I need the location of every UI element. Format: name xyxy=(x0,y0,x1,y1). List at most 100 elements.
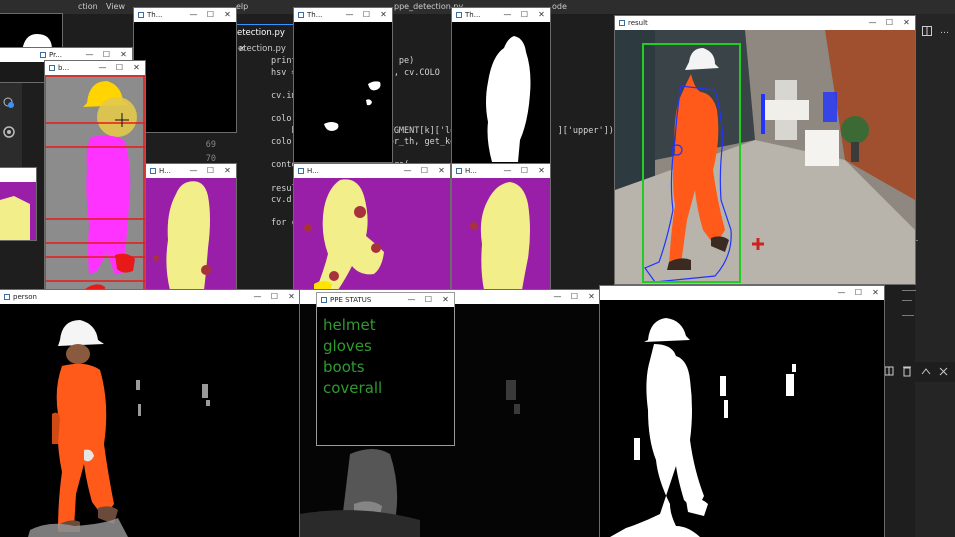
maximize-button[interactable]: ☐ xyxy=(850,286,867,300)
window-icon xyxy=(321,297,327,303)
window-titlebar[interactable]: Pr... — ☐ ✕ xyxy=(0,48,132,62)
hsv-window-1[interactable]: H... — ☐ ✕ xyxy=(146,164,236,290)
close-button[interactable]: ✕ xyxy=(283,290,300,304)
close-button[interactable]: ✕ xyxy=(219,164,236,178)
window-icon xyxy=(40,52,46,58)
minimize-button[interactable]: — xyxy=(499,164,516,178)
window-titlebar[interactable]: H... — ☐ ✕ xyxy=(146,164,236,178)
window-titlebar[interactable]: H... — ☐ ✕ xyxy=(294,164,450,178)
close-button[interactable]: ✕ xyxy=(433,164,450,178)
hsv-image-3 xyxy=(452,178,550,290)
window-icon xyxy=(298,168,304,174)
segmentation-window[interactable]: b... — ☐ ✕ xyxy=(45,61,145,318)
window-titlebar[interactable]: result — ☐ ✕ xyxy=(615,16,915,30)
minimize-button[interactable]: — xyxy=(185,8,202,22)
ppe-status-window[interactable]: PPE STATUS — ☐ ✕ helmet gloves boots cover… xyxy=(317,293,454,445)
close-button[interactable]: ✕ xyxy=(115,48,132,62)
window-titlebar[interactable]: Th... — ☐ ✕ xyxy=(452,8,550,22)
threshold-window-2[interactable]: Th... — ☐ ✕ xyxy=(294,8,392,162)
maximize-button[interactable]: ☐ xyxy=(566,290,583,304)
maximize-button[interactable]: ☐ xyxy=(202,8,219,22)
close-button[interactable]: ✕ xyxy=(867,286,884,300)
split-editor-icon[interactable] xyxy=(922,26,932,36)
window-icon xyxy=(456,168,462,174)
maximize-button[interactable]: ☐ xyxy=(202,164,219,178)
hsv-image-1 xyxy=(146,178,236,290)
line-number: 70 xyxy=(205,154,216,164)
menu-item[interactable]: ction xyxy=(78,0,98,14)
maximize-button[interactable]: ☐ xyxy=(516,164,533,178)
minimize-button[interactable]: — xyxy=(549,290,566,304)
result-window[interactable]: result — ☐ ✕ xyxy=(615,16,915,284)
minimize-button[interactable]: — xyxy=(249,290,266,304)
split-terminal-icon[interactable] xyxy=(884,366,894,376)
source-control-icon[interactable] xyxy=(3,97,14,108)
menu-item[interactable]: View xyxy=(106,0,125,14)
window-icon xyxy=(150,168,156,174)
minimize-button[interactable]: — xyxy=(864,16,881,30)
minimize-button[interactable]: — xyxy=(81,48,98,62)
window-titlebar[interactable]: Th... — ☐ ✕ xyxy=(294,8,392,22)
more-icon[interactable]: … xyxy=(940,26,949,36)
ppe-status-panel: helmet gloves boots coverall xyxy=(317,307,454,445)
silhouette-window[interactable]: — ☐ ✕ xyxy=(600,286,884,537)
close-button[interactable]: ✕ xyxy=(128,61,145,75)
window-title: person xyxy=(13,293,37,301)
minimize-button[interactable]: — xyxy=(499,8,516,22)
window-titlebar[interactable]: b... — ☐ ✕ xyxy=(45,61,145,75)
chevron-up-icon[interactable] xyxy=(921,368,931,375)
minimize-button[interactable]: — xyxy=(403,293,420,307)
threshold-image-1 xyxy=(134,22,236,132)
close-button[interactable]: ✕ xyxy=(898,16,915,30)
window-icon xyxy=(49,65,55,71)
close-button[interactable]: ✕ xyxy=(533,8,550,22)
editor-side-panel xyxy=(915,14,955,537)
maximize-button[interactable]: ☐ xyxy=(881,16,898,30)
close-button[interactable]: ✕ xyxy=(583,290,600,304)
ppe-status-boots: boots xyxy=(323,358,365,376)
hsv-window-2[interactable]: H... — ☐ ✕ xyxy=(294,164,450,290)
tab-active-file[interactable]: etection.py xyxy=(237,28,285,38)
tab-second-file[interactable]: etection.py xyxy=(238,44,286,54)
close-button[interactable]: ✕ xyxy=(437,293,454,307)
window-title: Pr... xyxy=(49,51,63,59)
minimize-button[interactable]: — xyxy=(341,8,358,22)
maximize-button[interactable]: ☐ xyxy=(416,164,433,178)
ppe-status-coverall: coverall xyxy=(323,379,383,397)
close-button[interactable]: ✕ xyxy=(219,8,236,22)
gear-icon[interactable] xyxy=(3,126,15,138)
window-icon xyxy=(619,20,625,26)
maximize-button[interactable]: ☐ xyxy=(420,293,437,307)
minimize-button[interactable]: — xyxy=(185,164,202,178)
minimize-button[interactable]: — xyxy=(399,164,416,178)
line-number: 69 xyxy=(205,140,216,150)
tab-far[interactable]: ode xyxy=(552,0,567,14)
window-titlebar[interactable]: — ☐ ✕ xyxy=(600,286,884,300)
segmentation-image xyxy=(45,75,145,318)
maximize-button[interactable]: ☐ xyxy=(266,290,283,304)
maximize-button[interactable]: ☐ xyxy=(516,8,533,22)
hsv-fragment-window xyxy=(0,168,36,240)
editor-tabbar: etection.py ✕ xyxy=(236,24,296,53)
close-button[interactable]: ✕ xyxy=(375,8,392,22)
activity-bar xyxy=(0,82,22,172)
trash-icon[interactable] xyxy=(903,366,911,377)
threshold-window-3[interactable]: Th... — ☐ ✕ xyxy=(452,8,550,164)
window-titlebar[interactable] xyxy=(0,168,36,182)
maximize-button[interactable]: ☐ xyxy=(358,8,375,22)
menu-item[interactable]: elp xyxy=(236,0,248,14)
window-titlebar[interactable]: person — ☐ ✕ xyxy=(0,290,300,304)
close-icon[interactable] xyxy=(939,367,948,376)
window-title: b... xyxy=(58,64,70,72)
minimize-button[interactable]: — xyxy=(833,286,850,300)
window-titlebar[interactable]: PPE STATUS — ☐ ✕ xyxy=(317,293,454,307)
maximize-button[interactable]: ☐ xyxy=(98,48,115,62)
close-button[interactable]: ✕ xyxy=(533,164,550,178)
window-titlebar[interactable]: Th... — ☐ ✕ xyxy=(134,8,236,22)
minimize-button[interactable]: — xyxy=(94,61,111,75)
person-window[interactable]: person — ☐ ✕ xyxy=(0,290,300,537)
threshold-window-1[interactable]: Th... — ☐ ✕ xyxy=(134,8,236,132)
window-titlebar[interactable]: H... — ☐ ✕ xyxy=(452,164,550,178)
maximize-button[interactable]: ☐ xyxy=(111,61,128,75)
hsv-window-3[interactable]: H... — ☐ ✕ xyxy=(452,164,550,290)
